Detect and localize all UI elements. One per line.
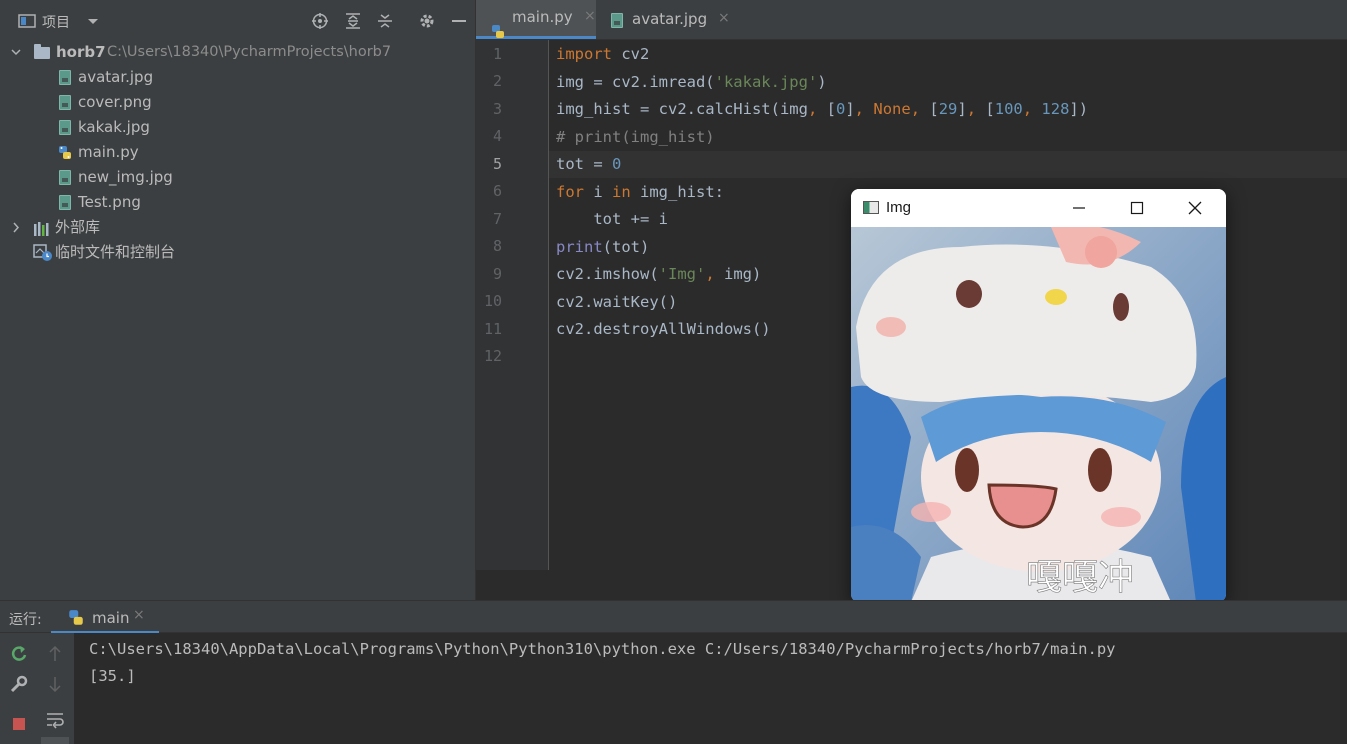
code-line: cv2.waitKey() <box>556 292 678 311</box>
project-panel: 项目 horb7 C:\Users\18340\PycharmProjects\… <box>0 0 476 600</box>
plush-doll-illustration: 嘎嘎冲 <box>851 227 1226 602</box>
run-toolbar-secondary <box>37 633 75 744</box>
scroll-to-end-button[interactable] <box>41 737 69 744</box>
tree-item-scratches[interactable]: 临时文件和控制台 <box>0 240 475 265</box>
close-icon[interactable]: × <box>133 607 145 623</box>
tree-item-label: kakak.jpg <box>78 118 150 136</box>
img-window-titlebar[interactable]: Img <box>851 189 1226 227</box>
tree-item-file[interactable]: kakak.jpg <box>0 115 475 140</box>
tree-item-file[interactable]: avatar.jpg <box>0 65 475 90</box>
chevron-down-icon[interactable] <box>84 12 102 30</box>
tree-item-label: cover.png <box>78 93 152 111</box>
tab-avatar-jpg[interactable]: avatar.jpg × <box>596 0 730 40</box>
code-line: img_hist = cv2.calcHist(img, [0], None, … <box>556 100 1089 118</box>
scratches-icon <box>33 244 53 270</box>
scroll-down-icon[interactable] <box>44 673 66 695</box>
tree-root-horb7[interactable]: horb7 C:\Users\18340\PycharmProjects\hor… <box>0 40 475 65</box>
line-number: 12 <box>483 347 502 365</box>
image-file-icon <box>611 13 623 28</box>
line-number: 3 <box>492 100 502 118</box>
code-line: # print(img_hist) <box>556 127 715 146</box>
app-icon <box>863 201 879 214</box>
tree-item-file[interactable]: new_img.jpg <box>0 165 475 190</box>
line-number: 8 <box>492 237 502 255</box>
minimize-button[interactable] <box>1050 189 1108 227</box>
folder-icon <box>34 44 50 59</box>
image-file-icon <box>59 170 71 185</box>
displayed-image: 嘎嘎冲 <box>851 227 1226 602</box>
project-view-title[interactable]: 项目 <box>42 12 70 32</box>
line-number: 6 <box>492 182 502 200</box>
code-line: import cv2 <box>556 45 650 63</box>
line-number-gutter: 1 2 3 4 5 6 7 8 9 10 11 12 <box>476 40 549 570</box>
tree-item-label: 外部库 <box>55 218 101 236</box>
python-file-icon <box>57 144 73 160</box>
line-number: 1 <box>492 45 502 63</box>
tree-item-label: main.py <box>78 143 139 161</box>
tree-item-file[interactable]: Test.png <box>0 190 475 215</box>
image-file-icon <box>59 70 71 85</box>
rerun-icon[interactable] <box>8 643 30 665</box>
img-window[interactable]: Img 嘎嘎冲 <box>851 189 1226 602</box>
close-button[interactable] <box>1166 189 1224 227</box>
image-file-icon <box>59 95 71 110</box>
stop-icon[interactable] <box>8 713 30 735</box>
close-icon[interactable]: × <box>584 0 596 39</box>
soft-wrap-icon[interactable] <box>44 709 66 731</box>
code-line: cv2.destroyAllWindows() <box>556 320 771 338</box>
img-window-title: Img <box>886 199 912 216</box>
tree-item-external-libs[interactable]: 外部库 <box>0 215 475 240</box>
run-tab-main[interactable]: main × <box>51 601 159 634</box>
code-line: for i in img_hist: <box>556 182 724 201</box>
editor-tab-bar: main.py × avatar.jpg × <box>476 0 1347 40</box>
run-label: 运行: <box>9 612 42 628</box>
code-line: img = cv2.imread('kakak.jpg') <box>556 72 827 91</box>
root-folder-path: C:\Users\18340\PycharmProjects\horb7 <box>107 44 392 60</box>
collapse-all-icon[interactable] <box>376 12 394 30</box>
tab-main-py[interactable]: main.py × <box>476 0 596 39</box>
maximize-button[interactable] <box>1108 189 1166 227</box>
image-file-icon <box>59 195 71 210</box>
image-file-icon <box>59 120 71 135</box>
tree-item-label: 临时文件和控制台 <box>55 243 176 261</box>
run-tab-label: main <box>92 609 130 627</box>
tree-item-file[interactable]: main.py <box>0 140 475 165</box>
project-view-icon[interactable] <box>18 12 36 30</box>
close-icon[interactable]: × <box>718 0 730 40</box>
locate-file-icon[interactable] <box>311 12 329 30</box>
tree-item-label: Test.png <box>78 193 141 211</box>
project-toolbar: 项目 <box>0 0 475 40</box>
line-number: 9 <box>492 265 502 283</box>
line-number: 2 <box>492 72 502 90</box>
tree-item-label: new_img.jpg <box>78 168 173 186</box>
code-line: tot += i <box>556 210 668 228</box>
image-overlay-text: 嘎嘎冲 <box>1026 557 1134 598</box>
python-icon <box>67 609 85 631</box>
current-line-highlight <box>549 151 1347 178</box>
expand-all-icon[interactable] <box>344 12 362 30</box>
code-line: print(tot) <box>556 237 650 256</box>
tab-label: main.py <box>512 8 573 26</box>
tree-item-label: avatar.jpg <box>78 68 154 86</box>
console-output[interactable]: C:\Users\18340\AppData\Local\Programs\Py… <box>74 633 1347 744</box>
line-number: 10 <box>483 292 502 310</box>
line-number: 7 <box>492 210 502 228</box>
tree-item-file[interactable]: cover.png <box>0 90 475 115</box>
scroll-up-icon[interactable] <box>44 643 66 665</box>
gear-icon[interactable] <box>418 12 436 30</box>
console-line: C:\Users\18340\AppData\Local\Programs\Py… <box>89 640 1116 658</box>
console-line: [35.] <box>89 667 136 685</box>
run-toolbar-primary <box>0 633 38 744</box>
line-number: 4 <box>492 127 502 145</box>
line-number: 11 <box>483 320 502 338</box>
minimize-panel-icon[interactable] <box>450 12 468 30</box>
root-folder-name: horb7 <box>56 43 106 61</box>
tab-label: avatar.jpg <box>632 10 708 28</box>
wrench-icon[interactable] <box>8 673 30 695</box>
code-line: cv2.imshow('Img', img) <box>556 265 762 283</box>
run-panel-header: 运行: main × <box>0 600 1347 634</box>
code-line: tot = 0 <box>556 155 622 173</box>
line-number: 5 <box>492 155 502 173</box>
